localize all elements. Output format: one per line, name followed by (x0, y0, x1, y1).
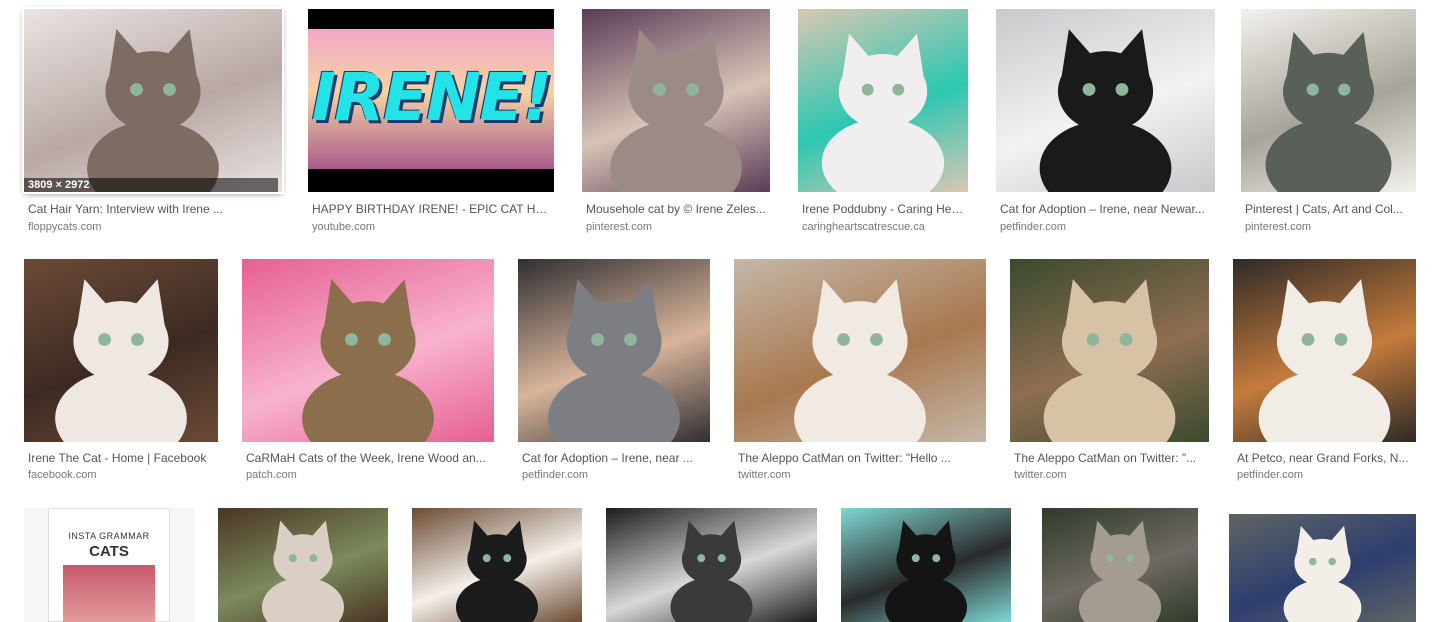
cat-photo (1265, 31, 1392, 192)
result-domain[interactable]: pinterest.com (586, 221, 652, 234)
result-title[interactable]: Irene The Cat - Home | Facebook (28, 451, 218, 465)
cat-photo (261, 520, 345, 622)
result-tile[interactable] (218, 508, 388, 622)
result-image[interactable] (606, 508, 817, 622)
result-image[interactable] (218, 508, 388, 622)
result-domain[interactable]: twitter.com (1014, 469, 1067, 482)
result-domain[interactable]: petfinder.com (522, 469, 588, 482)
result-tile[interactable]: The Aleppo CatMan on Twitter: "Hello ...… (734, 259, 986, 494)
cover-title: CATS (89, 543, 129, 560)
cover-subtitle: INSTA GRAMMAR (68, 531, 150, 541)
result-tile[interactable] (1229, 514, 1416, 622)
result-tile[interactable]: IRENE! HAPPY BIRTHDAY IRENE! - EPIC CAT … (308, 9, 554, 244)
result-title[interactable]: Irene Poddubny - Caring Hea... (802, 202, 966, 216)
result-tile[interactable]: CaRMaH Cats of the Week, Irene Wood an..… (242, 259, 494, 494)
result-tile[interactable]: 3809 × 2972 Cat Hair Yarn: Interview wit… (24, 9, 282, 244)
result-image[interactable] (242, 259, 494, 442)
result-title[interactable]: Cat for Adoption – Irene, near Newar... (1000, 202, 1213, 216)
result-tile[interactable] (606, 508, 817, 622)
result-domain[interactable]: facebook.com (28, 469, 96, 482)
banner-text: IRENE! (311, 59, 553, 136)
cat-photo (455, 520, 539, 622)
result-image[interactable] (1229, 514, 1416, 622)
result-title[interactable]: At Petco, near Grand Forks, N... (1237, 451, 1416, 465)
result-tile[interactable] (412, 508, 582, 622)
cat-photo (1043, 279, 1176, 442)
result-title[interactable]: HAPPY BIRTHDAY IRENE! - EPIC CAT Hap... (312, 202, 552, 216)
result-tile[interactable]: Mousehole cat by © Irene Zeles... pinter… (582, 9, 770, 244)
result-title[interactable]: Pinterest | Cats, Art and Col... (1245, 202, 1416, 216)
result-tile[interactable]: At Petco, near Grand Forks, N... petfind… (1233, 259, 1416, 494)
result-domain[interactable]: pinterest.com (1245, 221, 1311, 234)
cat-photo (670, 520, 753, 622)
result-image[interactable] (24, 259, 218, 442)
result-image[interactable]: INSTA GRAMMAR CATS (24, 508, 194, 622)
image-dimensions: 3809 × 2972 (24, 178, 278, 192)
result-image[interactable] (798, 9, 968, 192)
result-title[interactable]: CaRMaH Cats of the Week, Irene Wood an..… (246, 451, 490, 465)
result-tile[interactable]: The Aleppo CatMan on Twitter: "... twitt… (1010, 259, 1209, 494)
cat-photo (87, 29, 219, 192)
result-tile[interactable]: Cat for Adoption – Irene, near Newar... … (996, 9, 1215, 244)
result-image[interactable] (582, 9, 770, 192)
result-title[interactable]: The Aleppo CatMan on Twitter: "Hello ... (738, 451, 984, 465)
result-domain[interactable]: petfinder.com (1237, 469, 1303, 482)
cat-photo (1258, 279, 1391, 442)
book-cover: INSTA GRAMMAR CATS (48, 508, 170, 622)
result-domain[interactable]: patch.com (246, 469, 297, 482)
result-image[interactable] (996, 9, 1215, 192)
result-image[interactable] (518, 259, 710, 442)
cat-photo (1039, 29, 1172, 192)
cat-photo (1078, 520, 1162, 622)
result-tile[interactable]: INSTA GRAMMAR CATS (24, 508, 194, 622)
cat-photo (821, 33, 945, 192)
cover-photo (63, 565, 155, 622)
result-tile[interactable]: Cat for Adoption – Irene, near ... petfi… (518, 259, 710, 494)
result-domain[interactable]: caringheartscatrescue.ca (802, 221, 925, 234)
result-image[interactable]: IRENE! (308, 9, 554, 192)
result-tile[interactable]: Irene The Cat - Home | Facebook facebook… (24, 259, 218, 494)
result-tile[interactable] (841, 508, 1011, 622)
cat-photo (884, 520, 968, 622)
result-image[interactable] (24, 9, 282, 192)
result-domain[interactable]: petfinder.com (1000, 221, 1066, 234)
result-tile[interactable]: Pinterest | Cats, Art and Col... pintere… (1241, 9, 1416, 244)
result-image[interactable] (734, 259, 986, 442)
cat-photo (610, 29, 742, 192)
result-tile[interactable]: Irene Poddubny - Caring Hea... caringhea… (798, 9, 968, 244)
cat-photo (55, 279, 187, 442)
result-domain[interactable]: floppycats.com (28, 221, 101, 234)
cat-photo (548, 279, 680, 442)
result-domain[interactable]: twitter.com (738, 469, 791, 482)
result-image[interactable] (1233, 259, 1416, 442)
result-title[interactable]: The Aleppo CatMan on Twitter: "... (1014, 451, 1207, 465)
result-image[interactable] (1241, 9, 1416, 192)
result-title[interactable]: Mousehole cat by © Irene Zeles... (586, 202, 768, 216)
result-image[interactable] (412, 508, 582, 622)
result-title[interactable]: Cat Hair Yarn: Interview with Irene ... (28, 202, 278, 216)
result-image[interactable] (841, 508, 1011, 622)
result-tile[interactable] (1042, 508, 1198, 622)
result-image[interactable] (1010, 259, 1209, 442)
cat-photo (1283, 525, 1362, 622)
cat-photo (302, 279, 434, 442)
result-image[interactable] (1042, 508, 1198, 622)
cat-photo (794, 279, 926, 442)
result-domain[interactable]: youtube.com (312, 221, 375, 234)
result-title[interactable]: Cat for Adoption – Irene, near ... (522, 451, 708, 465)
